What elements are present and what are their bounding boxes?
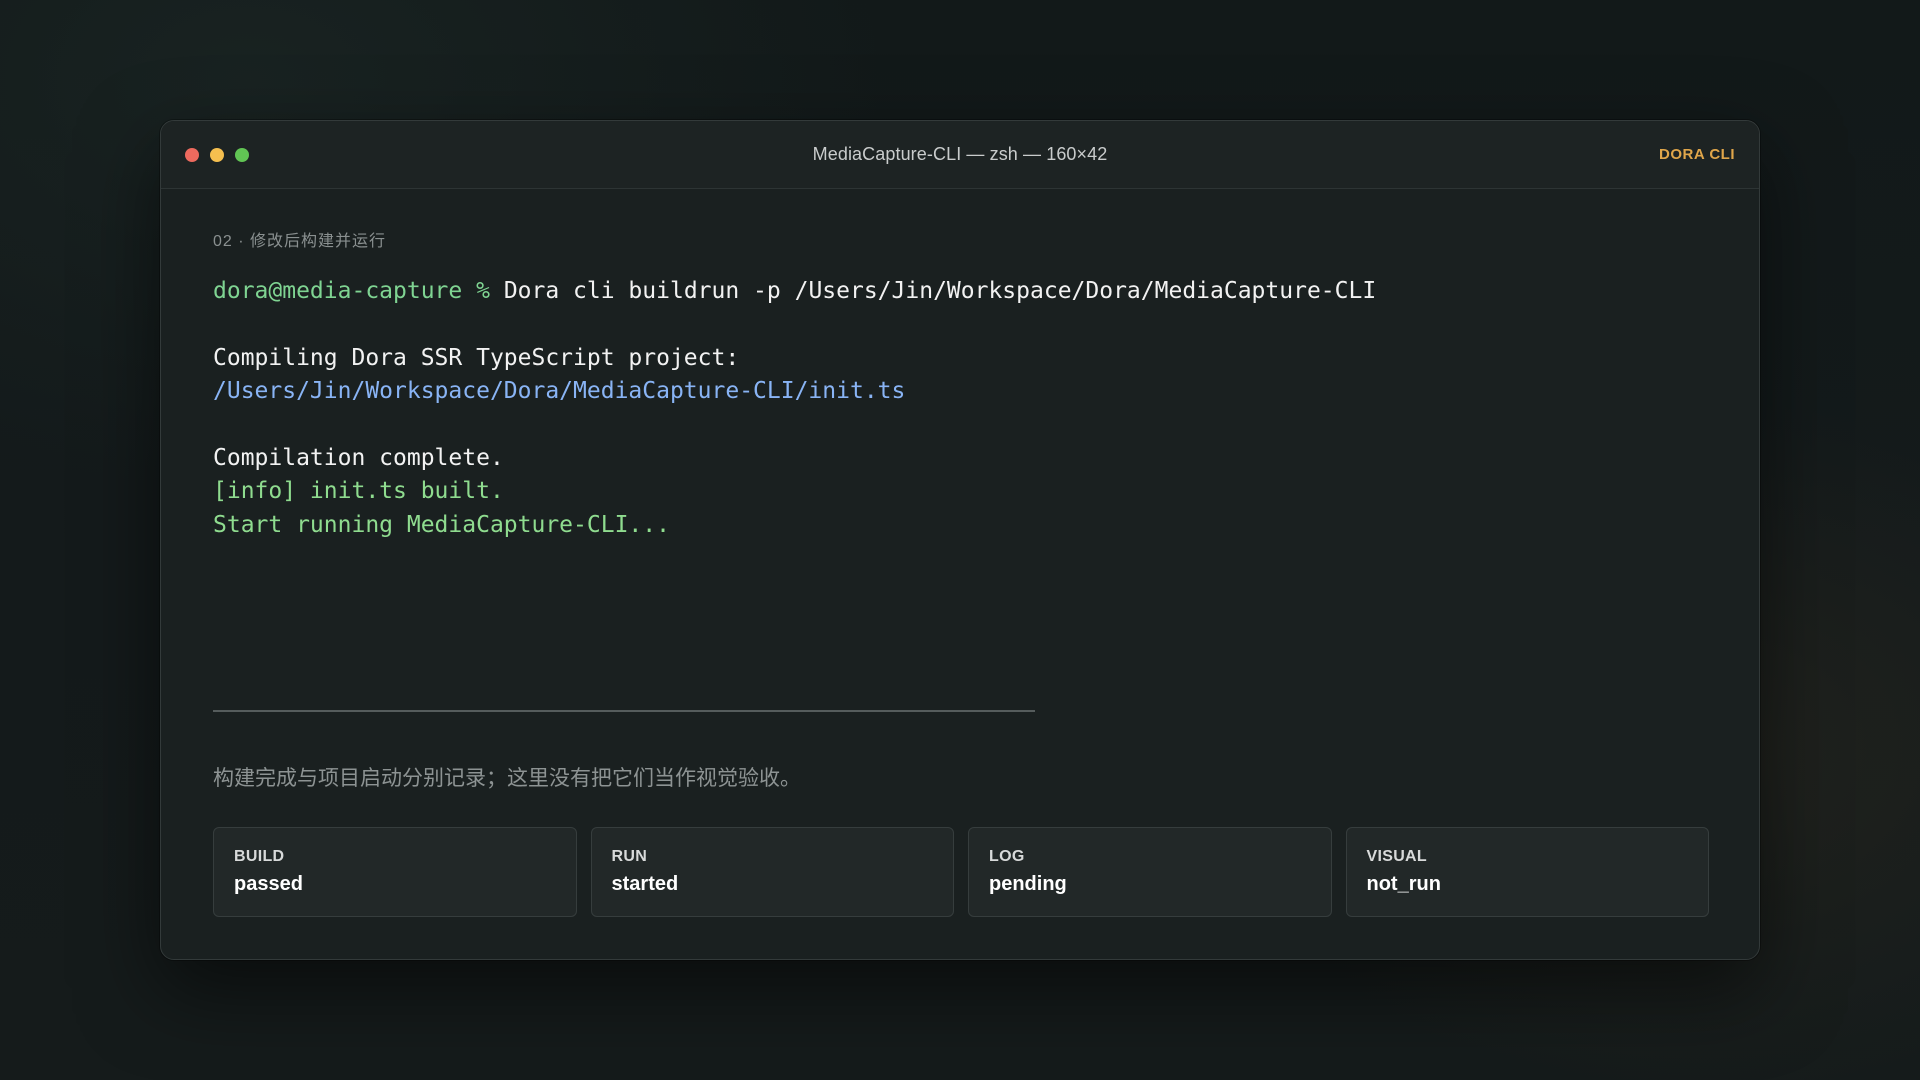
compiling-path: /Users/Jin/Workspace/Dora/MediaCapture-C… bbox=[213, 378, 906, 404]
compiling-text: Compiling Dora SSR TypeScript project: bbox=[213, 345, 740, 371]
info-line: [info] init.ts built. bbox=[213, 478, 504, 504]
status-card-label: VISUAL bbox=[1366, 848, 1427, 865]
status-card-label: RUN bbox=[611, 848, 648, 865]
shell-prompt: dora@media-capture % bbox=[213, 278, 490, 304]
window-title: MediaCapture-CLI — zsh — 160×42 bbox=[812, 144, 1108, 164]
status-card-visual: VISUAL not_run bbox=[1345, 827, 1709, 917]
terminal-content[interactable]: 02 · 修改后构建并运行 dora@media-capture % Dora … bbox=[213, 189, 1709, 959]
status-card-value: pending bbox=[989, 873, 1067, 895]
compilation-complete-text: Compilation complete. bbox=[213, 445, 504, 471]
status-card-value: not_run bbox=[1366, 873, 1441, 895]
title-bar: MediaCapture-CLI — zsh — 160×42 DORA CLI bbox=[161, 121, 1759, 189]
running-line: Start running MediaCapture-CLI... bbox=[213, 512, 670, 538]
step-label: 02 · 修改后构建并运行 bbox=[213, 233, 387, 250]
status-card-label: LOG bbox=[989, 848, 1025, 865]
command-line: dora@media-capture % Dora cli buildrun -… bbox=[213, 275, 1376, 307]
note-text: 构建完成与项目启动分别记录；这里没有把它们当作视觉验收。 bbox=[213, 767, 801, 790]
status-card-label: BUILD bbox=[234, 848, 285, 865]
status-card-log: LOG pending bbox=[968, 827, 1332, 917]
terminal-window: MediaCapture-CLI — zsh — 160×42 DORA CLI… bbox=[160, 120, 1760, 960]
command-text: Dora cli buildrun -p /Users/Jin/Workspac… bbox=[503, 278, 1377, 304]
status-card-value: passed bbox=[234, 873, 303, 895]
status-card-run: RUN started bbox=[590, 827, 954, 917]
status-card-value: started bbox=[611, 873, 679, 895]
status-card-build: BUILD passed bbox=[213, 827, 577, 917]
status-cards: BUILD passed RUN started LOG pending VIS… bbox=[213, 827, 1709, 917]
brand-label: DORA CLI bbox=[1659, 146, 1735, 163]
divider bbox=[213, 710, 1035, 712]
